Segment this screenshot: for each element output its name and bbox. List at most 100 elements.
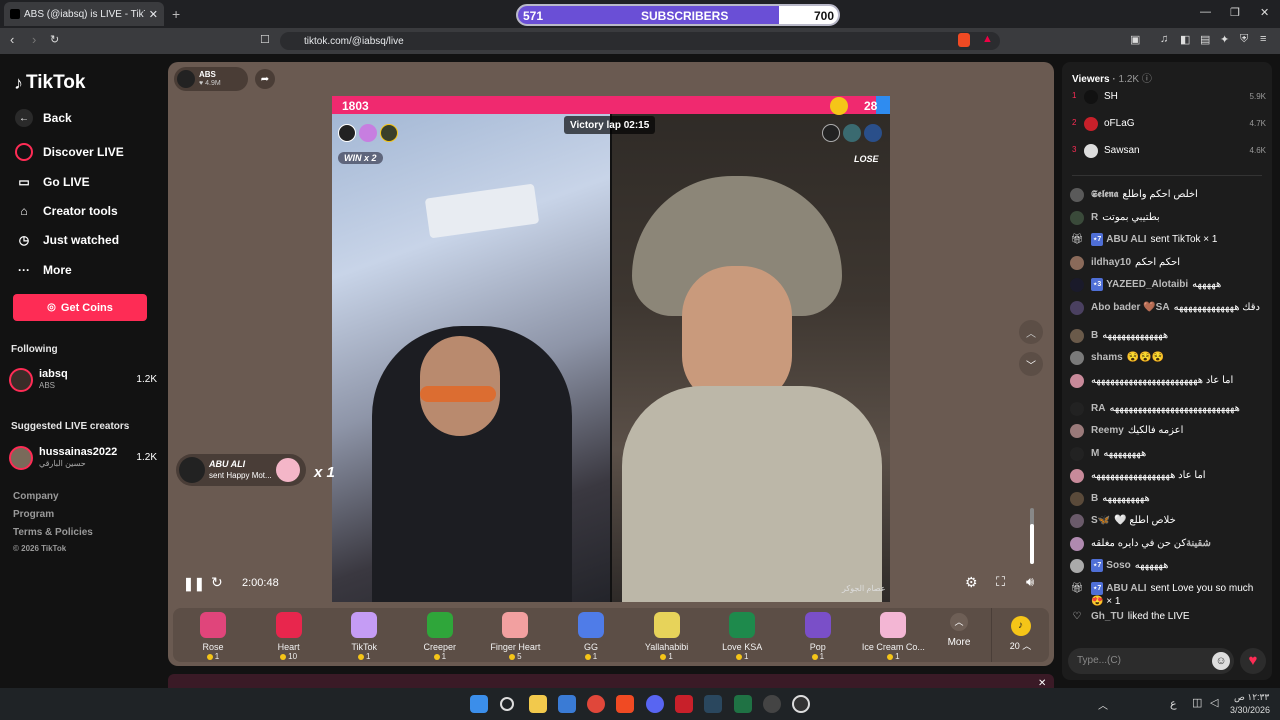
chat-username[interactable]: ABU ALI [1106, 583, 1146, 594]
chat-username[interactable]: Reemy [1091, 425, 1124, 436]
keyboard-language[interactable]: ع [1170, 697, 1177, 710]
footer-program-link[interactable]: Program [13, 509, 54, 520]
battle-video[interactable]: 1803 28 Victory lap 02:15 WIN x 2 LOSE ع… [332, 96, 890, 602]
chat-username[interactable]: Gh_TU [1091, 611, 1124, 622]
back-button[interactable]: ← Back [14, 108, 72, 128]
top-viewer-row[interactable]: 3 Sawsan 4.6K [1072, 142, 1266, 160]
extensions-icon[interactable]: ▣ [1130, 33, 1140, 46]
volume-icon[interactable]: 🔊︎ [1026, 574, 1034, 590]
maximize-window-button[interactable]: ❐ [1230, 6, 1240, 19]
gift-item[interactable]: Creeper 1 [404, 612, 476, 661]
top-viewer-row[interactable]: 1 SH 5.9K [1072, 88, 1266, 106]
viewers-header[interactable]: Viewers · 1.2K ⓘ [1072, 70, 1152, 85]
gift-item[interactable]: Yallahabibi 1 [631, 612, 703, 661]
chat-username[interactable]: shams [1091, 352, 1123, 363]
footer-company-link[interactable]: Company [13, 491, 59, 502]
chat-username[interactable]: R [1091, 212, 1098, 223]
chat-username[interactable]: 𝕾𝖊𝖑𝖊𝖓𝖆 [1091, 189, 1118, 200]
nav-more[interactable]: ··· More [14, 260, 72, 280]
info-icon[interactable]: ⓘ [1142, 74, 1152, 85]
chat-username[interactable]: M [1091, 448, 1099, 459]
more-gifts-button[interactable]: ︿ More [939, 612, 979, 648]
file-explorer-icon[interactable] [529, 695, 547, 713]
back-icon[interactable]: ‹ [10, 32, 14, 47]
minimize-window-button[interactable]: — [1200, 6, 1211, 18]
chrome-icon[interactable] [587, 695, 605, 713]
share-button[interactable]: ➦ [255, 69, 275, 89]
app-icon[interactable] [763, 695, 781, 713]
reload-icon[interactable]: ↻ [50, 33, 59, 46]
chat-input[interactable]: Type...(C) ☺ [1068, 648, 1234, 674]
settings-icon[interactable]: ⚙ [965, 574, 978, 591]
chat-username[interactable]: S🦋 [1091, 515, 1110, 526]
chat-username[interactable]: YAZEED_Alotaibi [1106, 279, 1188, 290]
scroll-up-button[interactable]: ︿ [1019, 320, 1043, 344]
close-window-button[interactable]: ✕ [1260, 6, 1269, 19]
get-coins-button[interactable]: ◎ Get Coins [13, 294, 147, 321]
nav-discover-live[interactable]: Discover LIVE [14, 142, 124, 162]
chat-username[interactable]: RA [1091, 403, 1105, 414]
tray-chevron-icon[interactable]: ︿ [1098, 697, 1108, 712]
fullscreen-icon[interactable]: ⛶ [996, 574, 1005, 590]
gift-item[interactable]: Ice Cream Co... 1 [857, 612, 929, 661]
chat-username[interactable]: Abo bader 🤎SA [1091, 302, 1170, 313]
vpn-icon[interactable]: ⛨ [1240, 33, 1248, 46]
pause-icon[interactable]: ❚❚ [183, 576, 205, 592]
store-icon[interactable] [558, 695, 576, 713]
volume-slider[interactable] [1030, 508, 1034, 564]
chat-username[interactable]: ABU ALI [1106, 234, 1146, 245]
tiktok-logo[interactable]: ♪ TikTok [14, 72, 85, 94]
emoji-icon[interactable]: ☺ [1212, 652, 1230, 670]
like-button[interactable]: ♥ [1240, 648, 1266, 674]
coin-balance-button[interactable]: ♪ 20 ︿ [991, 608, 1049, 662]
host-chip[interactable]: ABS ♥ 4.9M [174, 67, 248, 91]
clock-date[interactable]: 3/30/2026 [1230, 705, 1270, 715]
media-icon[interactable]: ♫ [1160, 33, 1168, 45]
brave-rewards-icon[interactable]: ▲ [982, 33, 993, 45]
app-icon[interactable] [675, 695, 693, 713]
wallet-icon[interactable]: ▤ [1200, 33, 1210, 46]
windows-start-icon[interactable] [470, 695, 488, 713]
sidebar-toggle-icon[interactable]: ◧ [1180, 33, 1190, 46]
search-icon[interactable] [500, 697, 514, 711]
suggested-account[interactable]: hussainas2022 حسين البارقي 1.2K [9, 444, 161, 474]
gift-item[interactable]: Finger Heart 5 [479, 612, 551, 661]
obs-icon[interactable] [792, 695, 810, 713]
chat-username[interactable]: B [1091, 330, 1098, 341]
gift-item[interactable]: Rose 1 [177, 612, 249, 661]
forward-icon[interactable]: › [32, 32, 36, 47]
gift-item[interactable]: Heart 10 [253, 612, 325, 661]
new-tab-button[interactable]: + [172, 6, 180, 22]
top-viewer-row[interactable]: 2 oFLaG 4.7K [1072, 115, 1266, 133]
clock-time[interactable]: ١٢:٣٣ ص [1234, 692, 1269, 703]
steam-icon[interactable] [704, 695, 722, 713]
following-account[interactable]: iabsq ABS 1.2K [9, 366, 161, 396]
browser-tab[interactable]: ABS (@iabsq) is LIVE - TikTok ✕ [4, 2, 164, 26]
nav-creator-tools[interactable]: ⌂ Creator tools [14, 201, 117, 221]
close-tab-icon[interactable]: ✕ [149, 8, 158, 21]
refresh-icon[interactable]: ↻ [211, 574, 223, 591]
gift-item[interactable]: Love KSA 1 [706, 612, 778, 661]
brave-shield-icon[interactable] [958, 33, 970, 47]
chat-username[interactable]: ildhay10 [1091, 257, 1131, 268]
speaker-icon[interactable]: ◁ [1210, 696, 1218, 709]
menu-icon[interactable]: ≡ [1260, 33, 1266, 45]
chat-username[interactable]: شقينة [1186, 538, 1211, 549]
discord-icon[interactable] [646, 695, 664, 713]
chat-username[interactable]: Soso [1106, 560, 1130, 571]
brave-icon[interactable] [616, 695, 634, 713]
scroll-down-button[interactable]: ﹀ [1019, 352, 1043, 376]
gift-item[interactable]: Pop 1 [782, 612, 854, 661]
nav-just-watched[interactable]: ◷ Just watched [14, 230, 119, 250]
leo-icon[interactable]: ✦ [1220, 33, 1229, 46]
network-icon[interactable]: ◫ [1192, 696, 1202, 709]
url-field[interactable]: tiktok.com/@iabsq/live [280, 32, 1000, 50]
gift-name: Pop [809, 642, 826, 652]
gift-item[interactable]: GG 1 [555, 612, 627, 661]
nav-go-live[interactable]: ▭ Go LIVE [14, 172, 89, 192]
footer-terms-link[interactable]: Terms & Policies [13, 527, 93, 538]
bookmark-icon[interactable]: ☐ [260, 33, 270, 46]
chat-username[interactable]: B [1091, 493, 1098, 504]
gift-item[interactable]: TikTok 1 [328, 612, 400, 661]
excel-icon[interactable] [734, 695, 752, 713]
